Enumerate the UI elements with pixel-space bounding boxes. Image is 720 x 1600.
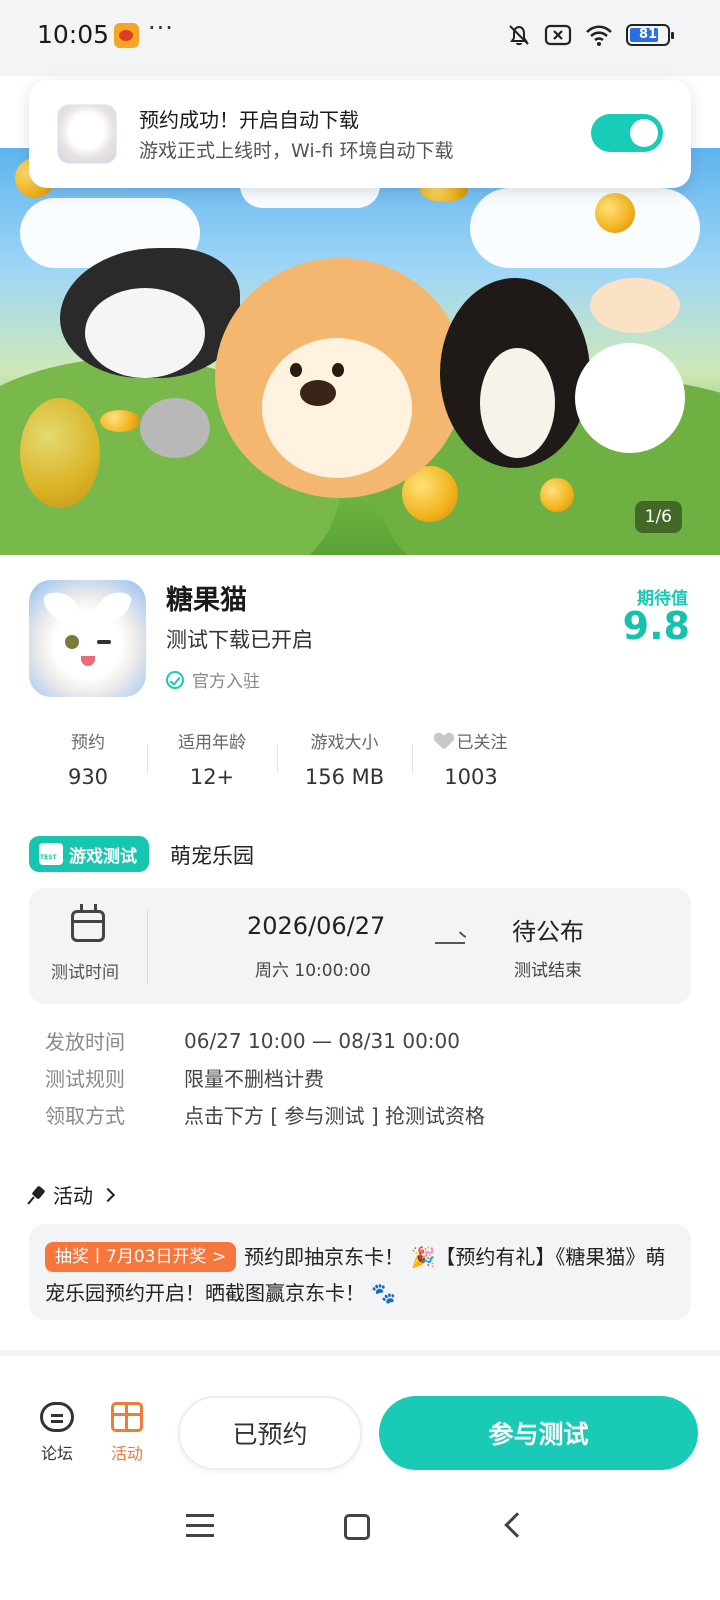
heart-icon (435, 733, 453, 749)
stat-label: 预约 (71, 733, 105, 753)
game-stats: 预约 930 适用年龄 12+ 游戏大小 156 MB 已关注 1003 (29, 728, 549, 789)
game-subtitle: 测试下载已开启 (166, 628, 313, 652)
calendar-icon (71, 904, 105, 942)
activity-header-label: 活动 (53, 1184, 93, 1208)
test-icon (39, 843, 63, 865)
info-key: 领取方式 (45, 1104, 125, 1128)
recent-apps-icon[interactable] (186, 1514, 214, 1517)
forum-chat-icon (40, 1402, 74, 1432)
info-key: 测试规则 (45, 1067, 125, 1091)
auto-download-toggle[interactable] (591, 114, 663, 152)
bottom-action-bar: 论坛 活动 已预约 参与测试 (0, 1356, 720, 1486)
stat-value: 1003 (444, 765, 498, 789)
toast-subtitle: 游戏正式上线时，Wi-fi 环境自动下载 (139, 140, 454, 162)
game-banner[interactable]: 1/6 (0, 148, 720, 555)
test-start-date: 2026/06/27 (247, 912, 386, 940)
status-time: 10:05 (37, 20, 110, 49)
stat-age-rating: 适用年龄 12+ (147, 728, 277, 789)
test-badge-label: 游戏测试 (69, 846, 137, 867)
test-end-date: 待公布 (512, 918, 584, 946)
arrow-right-icon (435, 942, 465, 944)
toggle-knob (630, 119, 658, 147)
test-info-list: 发放时间 06/27 10:00 — 08/31 00:00 测试规则 限量不删… (45, 1022, 485, 1133)
battery-level: 81 (638, 27, 658, 42)
status-icons: 81 (506, 22, 674, 48)
official-badge: 官方入驻 (166, 667, 260, 692)
stat-value: 156 MB (304, 765, 385, 789)
more-notifications-icon: ··· (148, 14, 174, 42)
mute-bell-icon (509, 25, 529, 46)
game-test-badge: 游戏测试 (29, 836, 149, 872)
join-test-button[interactable]: 参与测试 (379, 1396, 698, 1470)
info-row-test-rules: 测试规则 限量不删档计费 (45, 1059, 485, 1096)
stat-reservations: 预约 930 (29, 728, 147, 789)
stat-label: 适用年龄 (178, 733, 246, 753)
divider (147, 910, 148, 984)
back-icon[interactable] (504, 1512, 530, 1538)
chevron-right-icon (100, 1187, 116, 1202)
stat-label: 游戏大小 (310, 733, 379, 753)
wifi-icon (586, 25, 612, 46)
activity-tab-label: 活动 (110, 1444, 143, 1463)
game-app-icon (29, 580, 146, 697)
gift-icon (111, 1402, 143, 1432)
toast-app-icon (57, 104, 117, 164)
info-row-claim-method: 领取方式 点击下方 [ 参与测试 ] 抢测试资格 (45, 1096, 485, 1133)
verified-check-icon (166, 670, 184, 689)
info-value: 06/27 10:00 — 08/31 00:00 (184, 1028, 460, 1053)
tabby-kitten-illustration (140, 398, 210, 458)
calico-cat-illustration (590, 278, 680, 333)
activity-tab[interactable]: 活动 (106, 1402, 148, 1464)
test-time-label: 测试时间 (51, 963, 119, 983)
white-cat-illustration (575, 343, 685, 453)
banner-page-indicator: 1/6 (634, 501, 682, 533)
test-time-card: 测试时间 2026/06/27 周六 10:00:00 待公布 测试结束 (29, 888, 691, 1004)
test-name: 萌宠乐园 (170, 844, 254, 868)
info-value: 点击下方 [ 参与测试 ] 抢测试资格 (184, 1104, 486, 1128)
reserved-button[interactable]: 已预约 (178, 1396, 362, 1470)
system-navigation-bar (0, 1486, 720, 1600)
forum-label: 论坛 (40, 1444, 73, 1463)
stat-followers[interactable]: 已关注 1003 (412, 728, 530, 789)
home-icon[interactable] (344, 1514, 370, 1540)
rating-value: 9.8 (622, 604, 690, 648)
info-key: 发放时间 (45, 1030, 125, 1054)
forum-tab[interactable]: 论坛 (36, 1402, 78, 1464)
status-bar: 10:05 ··· 81 (0, 0, 720, 76)
activity-header[interactable]: 活动 (29, 1180, 116, 1209)
activity-card[interactable]: 抽奖丨7月03日开奖 > 预约即抽京东卡！ 🎉【预约有礼】《糖果猫》萌宠乐园预约开… (29, 1224, 691, 1320)
battery-icon: 81 (626, 24, 674, 46)
stat-game-size: 游戏大小 156 MB (277, 728, 412, 789)
stat-value: 930 (67, 765, 109, 789)
test-end-label: 测试结束 (514, 961, 582, 981)
info-row-release-time: 发放时间 06/27 10:00 — 08/31 00:00 (45, 1022, 485, 1059)
weibo-notification-icon (114, 23, 139, 48)
stat-value: 12+ (189, 765, 235, 789)
game-title: 糖果猫 (166, 585, 247, 616)
test-start-time: 周六 10:00:00 (255, 961, 371, 981)
no-sim-icon (544, 24, 572, 46)
official-label: 官方入驻 (192, 672, 260, 692)
stat-label: 已关注 (456, 733, 508, 753)
toast-title: 预约成功！开启自动下载 (139, 108, 359, 132)
reservation-toast: 预约成功！开启自动下载 游戏正式上线时，Wi-fi 环境自动下载 (29, 80, 691, 188)
info-value: 限量不删档计费 (184, 1067, 324, 1091)
pin-icon (29, 1186, 47, 1204)
lottery-badge: 抽奖丨7月03日开奖 > (45, 1242, 237, 1272)
